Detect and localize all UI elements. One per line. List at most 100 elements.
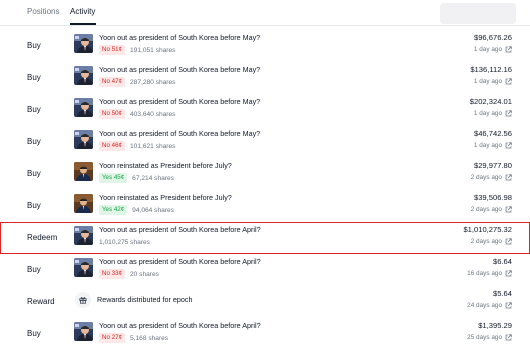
activity-tabs: Positions Activity — [0, 0, 530, 26]
market-title-link[interactable]: Yoon out as president of South Korea bef… — [99, 129, 260, 138]
external-link-icon[interactable] — [505, 270, 512, 277]
market-thumbnail[interactable] — [74, 130, 93, 149]
outcome-label: No — [102, 110, 110, 117]
share-count: 403,640 shares — [129, 110, 176, 118]
outcome-price: 45¢ — [113, 174, 125, 181]
outcome-label: No — [102, 78, 110, 85]
activity-row[interactable]: Buy Yoon out as president of South Korea … — [0, 30, 530, 62]
activity-type: Buy — [27, 105, 41, 114]
activity-row[interactable]: Buy Yoon out as president of South Korea … — [0, 318, 530, 349]
market-thumbnail[interactable] — [74, 322, 93, 341]
outcome-price: 46¢ — [111, 142, 122, 149]
activity-row[interactable]: Buy Yoon out as president of South Korea … — [0, 254, 530, 286]
outcome-badge: No 50¢ — [99, 109, 125, 119]
external-link-icon[interactable] — [505, 206, 512, 213]
activity-type: Redeem — [27, 233, 58, 242]
trade-meta: No 33¢ 20 shares — [99, 269, 159, 279]
outcome-badge: Yes 45¢ — [99, 173, 128, 183]
external-link-icon[interactable] — [505, 110, 512, 117]
outcome-label: Yes — [102, 174, 113, 181]
trade-time: 1 day ago — [474, 142, 512, 149]
outcome-price: 47¢ — [111, 78, 122, 85]
trade-time: 25 days ago — [467, 334, 512, 341]
market-thumbnail[interactable] — [74, 226, 93, 245]
outcome-label: No — [102, 334, 110, 341]
outcome-badge: Yes 42¢ — [99, 205, 128, 215]
reward-description: Rewards distributed for epoch — [97, 295, 193, 304]
external-link-icon[interactable] — [505, 302, 512, 309]
trade-time: 1 day ago — [474, 46, 512, 53]
trade-time: 16 days ago — [467, 270, 512, 277]
trade-meta: 1,010,275 shares — [99, 237, 150, 247]
trade-meta: No 47¢ 287,280 shares — [99, 77, 175, 87]
external-link-icon[interactable] — [505, 334, 512, 341]
search-input[interactable] — [440, 3, 516, 24]
market-title-link[interactable]: Yoon out as president of South Korea bef… — [99, 321, 261, 330]
trade-meta: No 50¢ 403,640 shares — [99, 109, 175, 119]
external-link-icon[interactable] — [505, 238, 512, 245]
tab-positions[interactable]: Positions — [27, 7, 59, 16]
trade-meta: No 27¢ 5,168 shares — [99, 333, 168, 343]
tab-activity[interactable]: Activity — [70, 7, 95, 16]
share-count: 191,051 shares — [129, 46, 176, 54]
activity-row[interactable]: Reward Rewards distributed for epoch $5.64… — [0, 286, 530, 318]
trade-meta: Yes 45¢ 67,214 shares — [99, 173, 174, 183]
activity-type: Buy — [27, 265, 41, 274]
trade-meta: Yes 42¢ 94,064 shares — [99, 205, 174, 215]
market-thumbnail[interactable] — [74, 258, 93, 277]
external-link-icon[interactable] — [505, 46, 512, 53]
market-thumbnail[interactable] — [74, 162, 93, 181]
market-title-link[interactable]: Yoon out as president of South Korea bef… — [99, 65, 260, 74]
activity-row[interactable]: Buy Yoon reinstated as President before J… — [0, 190, 530, 222]
market-title-link[interactable]: Yoon out as president of South Korea bef… — [99, 225, 261, 234]
market-title-link[interactable]: Yoon out as president of South Korea bef… — [99, 257, 261, 266]
share-count: 287,280 shares — [129, 78, 176, 86]
external-link-icon[interactable] — [505, 78, 512, 85]
outcome-badge: No 27¢ — [99, 333, 125, 343]
market-title-link[interactable]: Yoon out as president of South Korea bef… — [99, 97, 260, 106]
activity-row[interactable]: Buy Yoon out as president of South Korea … — [0, 126, 530, 158]
activity-type: Buy — [27, 201, 41, 210]
outcome-price: 33¢ — [111, 270, 122, 277]
activity-type: Buy — [27, 41, 41, 50]
activity-row[interactable]: Buy Yoon reinstated as President before J… — [0, 158, 530, 190]
market-title-link[interactable]: Yoon reinstated as President before July… — [99, 161, 232, 170]
market-title-link[interactable]: Yoon out as president of South Korea bef… — [99, 33, 260, 42]
activity-list: Buy Yoon out as president of South Korea … — [0, 30, 530, 349]
trade-time: 24 days ago — [467, 302, 512, 309]
outcome-label: No — [102, 270, 110, 277]
market-thumbnail[interactable] — [74, 66, 93, 85]
share-count: 94,064 shares — [132, 206, 174, 214]
share-count: 1,010,275 shares — [99, 238, 150, 246]
time-ago: 24 days ago — [467, 302, 502, 309]
time-ago: 1 day ago — [473, 142, 502, 149]
outcome-label: No — [102, 142, 110, 149]
market-title-link[interactable]: Yoon reinstated as President before July… — [99, 193, 232, 202]
gift-icon — [75, 292, 91, 308]
trade-amount: $5.64 — [492, 289, 512, 298]
time-ago: 1 day ago — [473, 78, 502, 85]
trade-time: 1 day ago — [474, 110, 512, 117]
outcome-badge: No 47¢ — [99, 77, 125, 87]
activity-type: Buy — [27, 169, 41, 178]
share-count: 20 shares — [129, 270, 159, 278]
outcome-price: 50¢ — [111, 110, 122, 117]
activity-row[interactable]: Buy Yoon out as president of South Korea … — [0, 62, 530, 94]
outcome-price: 42¢ — [113, 206, 125, 213]
activity-type: Reward — [27, 297, 55, 306]
activity-row[interactable]: Redeem Yoon out as president of South Kor… — [0, 222, 530, 254]
external-link-icon[interactable] — [505, 142, 512, 149]
trade-amount: $96,676.26 — [473, 33, 512, 42]
activity-type: Buy — [27, 329, 41, 338]
market-thumbnail[interactable] — [74, 194, 93, 213]
market-thumbnail[interactable] — [74, 34, 93, 53]
market-thumbnail[interactable] — [74, 98, 93, 117]
external-link-icon[interactable] — [505, 174, 512, 181]
outcome-badge: No 33¢ — [99, 269, 125, 279]
activity-row[interactable]: Buy Yoon out as president of South Korea … — [0, 94, 530, 126]
tabs-divider — [0, 25, 530, 26]
time-ago: 1 day ago — [473, 110, 502, 117]
outcome-price: 51¢ — [111, 46, 122, 53]
time-ago: 25 days ago — [467, 334, 502, 341]
activity-type: Buy — [27, 137, 41, 146]
